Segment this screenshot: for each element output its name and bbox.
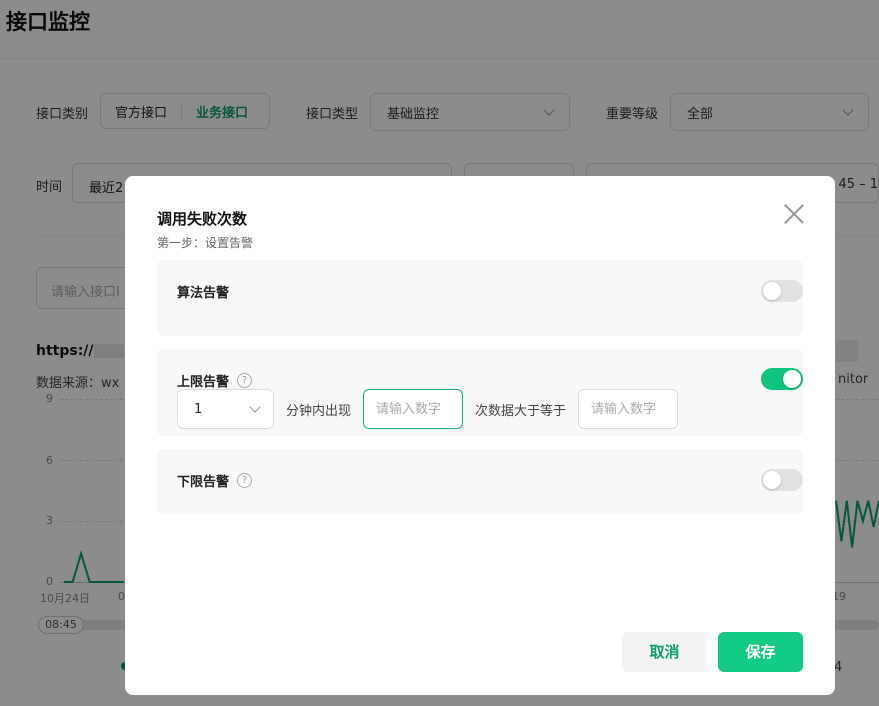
- lower-alert-label-text: 下限告警: [177, 475, 230, 490]
- algo-alert-panel: 算法告警: [157, 260, 803, 336]
- modal-title: 调用失败次数: [157, 210, 248, 228]
- upper-alert-rule-row: 1 分钟内出现 次数据大于等于: [177, 389, 679, 429]
- alert-settings-modal: 调用失败次数 第一步：设置告警 算法告警 上限告警 ? 1 分钟内出现 次数据大…: [125, 176, 835, 695]
- toggle-knob: [763, 471, 781, 489]
- threshold-input[interactable]: [578, 389, 679, 429]
- algo-alert-label-text: 算法告警: [177, 286, 230, 301]
- count-input[interactable]: [363, 389, 464, 429]
- chevron-down-icon: [249, 401, 261, 413]
- lower-alert-toggle[interactable]: [761, 469, 803, 491]
- lower-alert-panel: 下限告警 ?: [157, 449, 803, 514]
- toggle-knob: [783, 370, 801, 388]
- upper-alert-panel: 上限告警 ? 1 分钟内出现 次数据大于等于: [157, 349, 803, 436]
- help-icon[interactable]: ?: [237, 473, 253, 488]
- save-button[interactable]: 保存: [718, 632, 803, 672]
- upper-alert-label-text: 上限告警: [177, 375, 230, 390]
- algo-alert-label: 算法告警: [177, 282, 229, 301]
- modal-subtitle: 第一步：设置告警: [157, 236, 254, 250]
- greater-equal-text: 次数据大于等于: [475, 403, 567, 419]
- within-minutes-text: 分钟内出现: [286, 403, 352, 419]
- minutes-select-value: 1: [194, 401, 203, 417]
- upper-alert-label: 上限告警 ?: [177, 371, 253, 390]
- close-icon[interactable]: [783, 203, 805, 225]
- toggle-knob: [763, 282, 781, 300]
- minutes-select[interactable]: 1: [177, 389, 274, 429]
- cancel-button[interactable]: 取消: [622, 632, 707, 672]
- help-icon[interactable]: ?: [237, 373, 253, 388]
- lower-alert-label: 下限告警 ?: [177, 471, 253, 490]
- algo-alert-toggle[interactable]: [761, 280, 803, 302]
- upper-alert-toggle[interactable]: [761, 368, 803, 390]
